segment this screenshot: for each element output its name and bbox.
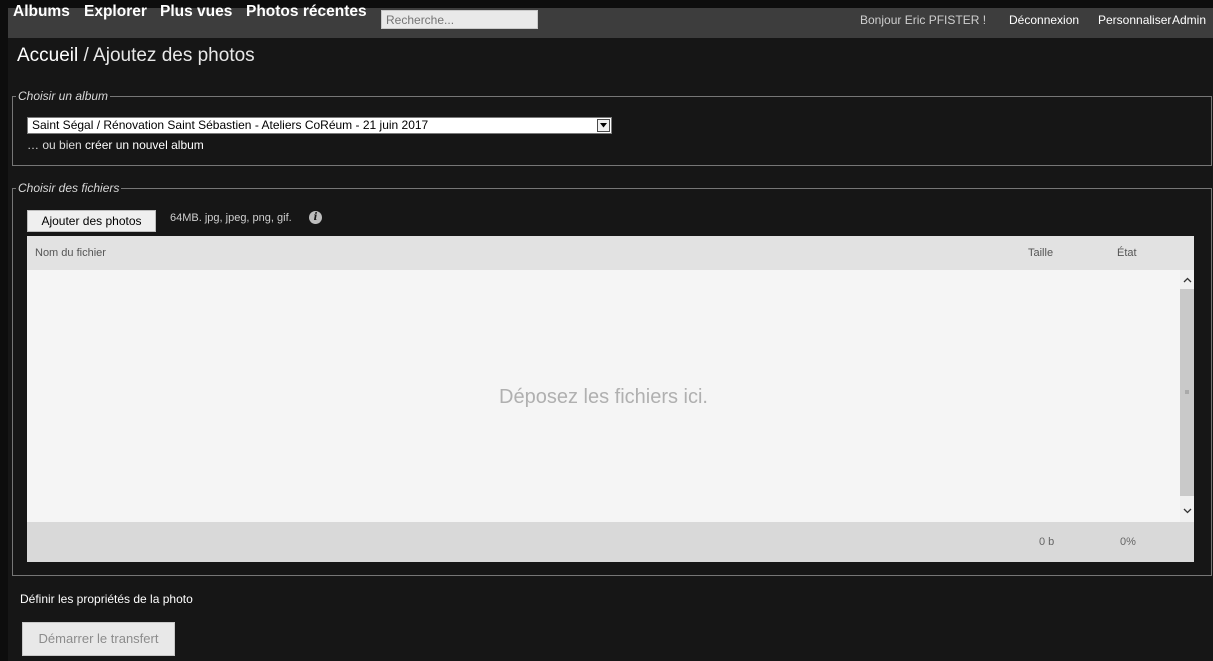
file-list-header [27, 236, 1194, 270]
info-icon[interactable]: i [309, 211, 322, 224]
customize-link[interactable]: Personnaliser [1098, 13, 1171, 27]
breadcrumb-separator: / [78, 45, 94, 66]
formats-hint: 64MB. jpg, jpeg, png, gif. [170, 212, 292, 224]
search-input[interactable] [381, 10, 538, 29]
nav-photos-recentes[interactable]: Photos récentes [246, 2, 367, 22]
total-progress: 0% [1120, 536, 1136, 548]
column-size: Taille [1028, 247, 1054, 259]
file-list-footer [27, 522, 1194, 562]
create-album-prefix: … ou bien [27, 138, 86, 152]
page-title: Ajoutez des photos [93, 45, 255, 66]
scrollbar-grip-icon [1180, 384, 1194, 400]
breadcrumb: Accueil / Ajoutez des photos [17, 44, 255, 68]
define-properties-link[interactable]: Définir les propriétés de la photo [20, 592, 193, 606]
add-photos-button[interactable]: Ajouter des photos [27, 210, 156, 232]
album-select[interactable]: Saint Ségal / Rénovation Saint Sébastien… [27, 117, 612, 134]
create-album-line: … ou bien créer un nouvel album [27, 138, 204, 152]
scroll-down-icon[interactable] [1180, 503, 1194, 519]
logout-link[interactable]: Déconnexion [1009, 13, 1079, 27]
column-filename: Nom du fichier [35, 247, 106, 259]
breadcrumb-home-link[interactable]: Accueil [17, 45, 78, 66]
create-album-link[interactable]: créer un nouvel album [85, 138, 204, 152]
nav-explorer[interactable]: Explorer [84, 2, 147, 22]
album-legend: Choisir un album [18, 89, 109, 103]
start-transfer-button[interactable]: Démarrer le transfert [22, 622, 175, 656]
total-size: 0 b [1039, 536, 1055, 548]
nav-albums[interactable]: Albums [13, 2, 70, 22]
greeting-text: Bonjour Eric PFISTER ! [860, 13, 987, 27]
scroll-up-icon[interactable] [1180, 272, 1194, 288]
album-select-value: Saint Ségal / Rénovation Saint Sébastien… [32, 118, 429, 132]
nav-plus-vues[interactable]: Plus vues [160, 2, 232, 22]
column-status: État [1117, 247, 1137, 259]
drop-hint-text: Déposez les fichiers ici. [499, 386, 708, 408]
files-legend: Choisir des fichiers [18, 181, 120, 195]
chevron-down-icon[interactable] [597, 119, 610, 132]
admin-link[interactable]: Admin [1172, 13, 1206, 27]
